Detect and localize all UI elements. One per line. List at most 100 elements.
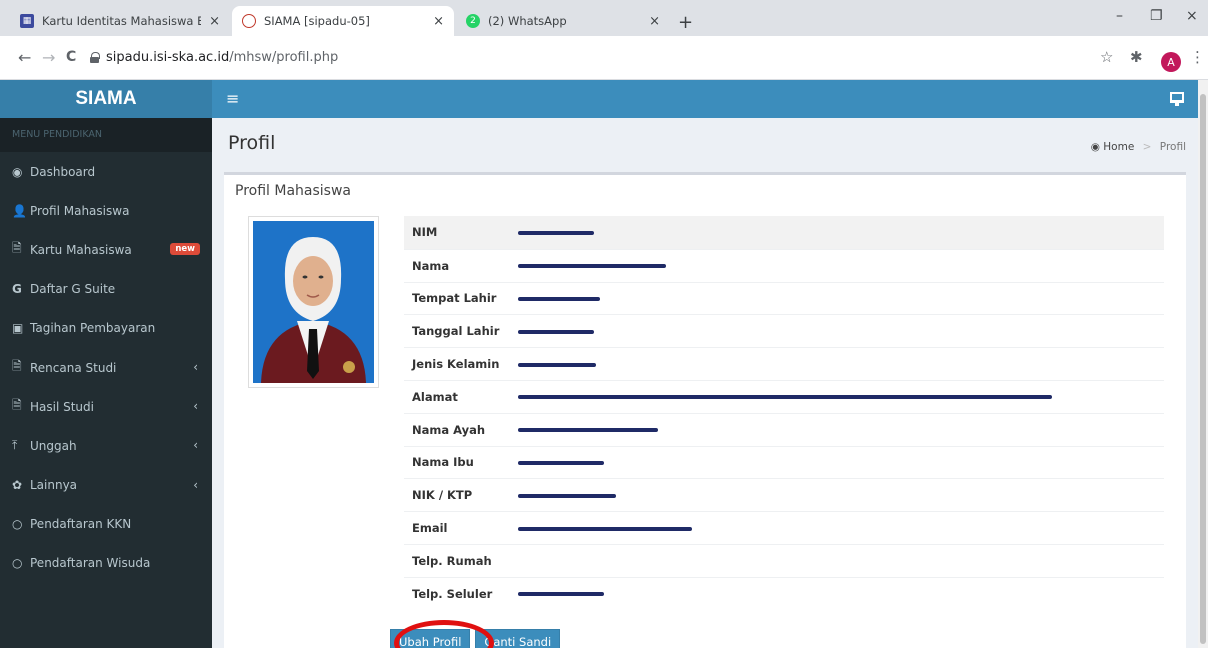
- profile-row-nim: NIM: [404, 216, 1164, 249]
- sidebar-item-label: Profil Mahasiswa: [30, 203, 130, 218]
- field-label: Nama Ibu: [412, 455, 474, 470]
- profile-row-tanggal-lahir: Tanggal Lahir: [404, 314, 1164, 347]
- gear-icon: ✿: [12, 478, 23, 493]
- id-card-icon: 🗎: [12, 241, 22, 256]
- circle-icon: ○: [12, 556, 23, 571]
- student-photo: [248, 216, 379, 388]
- sidebar-item-kartu-mahasiswa[interactable]: 🗎 Kartu Mahasiswa new: [0, 230, 212, 269]
- google-icon: G: [12, 282, 22, 297]
- scrollbar-thumb[interactable]: [1200, 94, 1206, 644]
- profile-avatar[interactable]: A: [1161, 52, 1181, 72]
- table-icon: ▦: [20, 14, 34, 28]
- field-label: Nama Ayah: [412, 422, 486, 437]
- redacted-value: [518, 455, 604, 469]
- new-tab-button[interactable]: +: [678, 12, 693, 33]
- breadcrumb: ◉ Home > Profil: [1091, 141, 1186, 153]
- redacted-value: [518, 324, 594, 338]
- sidebar-item-hasil-studi[interactable]: 🗎 Hasil Studi ‹: [0, 387, 212, 426]
- profile-row-nama-ibu: Nama Ibu: [404, 445, 1164, 479]
- minimize-icon[interactable]: –: [1116, 8, 1123, 24]
- url-input[interactable]: sipadu.isi-ska.ac.id/mhsw/profil.php: [106, 50, 338, 65]
- profile-row-telp-rumah: Telp. Rumah: [404, 543, 1164, 577]
- menu-header: MENU PENDIDIKAN: [0, 118, 212, 152]
- extensions-icon[interactable]: ✱: [1130, 48, 1143, 66]
- field-label: Email: [412, 521, 448, 536]
- money-icon: ▣: [12, 321, 24, 336]
- file-icon: 🗎: [12, 359, 22, 374]
- profile-row-nama: Nama: [404, 248, 1164, 282]
- sidebar-item-dashboard[interactable]: ◉ Dashboard: [0, 152, 212, 191]
- profile-row-alamat: Alamat: [404, 379, 1164, 413]
- field-label: Alamat: [412, 389, 458, 404]
- redacted-value: [518, 423, 658, 437]
- field-label: Telp. Rumah: [412, 553, 492, 568]
- lock-icon: [90, 52, 100, 63]
- redacted-value: [518, 259, 666, 273]
- browser-menu-icon[interactable]: ⋮: [1190, 48, 1205, 66]
- tab-whatsapp[interactable]: 2 (2) WhatsApp ×: [456, 6, 670, 36]
- redacted-value: [518, 357, 596, 371]
- profile-box: Profil Mahasiswa NIM Nama Tempat Lahir T…: [224, 172, 1186, 648]
- redacted-value: [518, 488, 616, 502]
- tab-close-icon[interactable]: ×: [433, 14, 444, 29]
- sidebar-item-unggah[interactable]: ⤒ Unggah ‹: [0, 426, 212, 465]
- chevron-left-icon: ‹: [193, 399, 198, 414]
- user-icon: 👤: [12, 203, 27, 218]
- breadcrumb-home-link[interactable]: Home: [1103, 141, 1134, 153]
- sidebar-item-label: Pendaftaran KKN: [30, 517, 132, 532]
- sidebar-item-label: Lainnya: [30, 478, 78, 493]
- tab-close-icon[interactable]: ×: [649, 14, 660, 29]
- top-navbar: ≡: [212, 80, 1198, 118]
- sidebar-item-label: Kartu Mahasiswa: [30, 242, 132, 257]
- star-icon[interactable]: ☆: [1100, 48, 1113, 66]
- sidebar-item-pendaftaran-kkn[interactable]: ○ Pendaftaran KKN: [0, 505, 212, 544]
- whatsapp-icon: 2: [466, 14, 480, 28]
- field-label: Jenis Kelamin: [412, 357, 500, 372]
- breadcrumb-current: Profil: [1159, 141, 1186, 153]
- sidebar-item-label: Daftar G Suite: [30, 282, 116, 297]
- sidebar-item-label: Unggah: [30, 438, 77, 453]
- forward-arrow-icon[interactable]: →: [42, 48, 55, 67]
- dashboard-icon: ◉: [12, 164, 23, 179]
- sidebar-item-label: Hasil Studi: [30, 399, 94, 414]
- sidebar-item-lainnya[interactable]: ✿ Lainnya ‹: [0, 466, 212, 505]
- page-title: Profil: [228, 132, 276, 154]
- reload-icon[interactable]: C: [66, 49, 76, 65]
- app-logo[interactable]: SIAMA: [0, 80, 212, 118]
- sidebar-item-profil-mahasiswa[interactable]: 👤 Profil Mahasiswa: [0, 191, 212, 230]
- url-host: sipadu.isi-ska.ac.id: [106, 50, 230, 65]
- sidebar-item-pendaftaran-wisuda[interactable]: ○ Pendaftaran Wisuda: [0, 544, 212, 583]
- sidebar-item-daftar-g-suite[interactable]: G Daftar G Suite: [0, 270, 212, 309]
- sidebar-item-rencana-studi[interactable]: 🗎 Rencana Studi ‹: [0, 348, 212, 387]
- profile-row-telp-seluler: Telp. Seluler: [404, 576, 1164, 610]
- file-icon: 🗎: [12, 398, 22, 413]
- sidebar-toggle-icon[interactable]: ≡: [226, 89, 239, 108]
- box-title: Profil Mahasiswa: [235, 183, 351, 199]
- close-window-icon[interactable]: ×: [1186, 8, 1198, 24]
- maximize-icon[interactable]: ❐: [1150, 8, 1163, 24]
- sidebar-item-label: Pendaftaran Wisuda: [30, 556, 151, 571]
- page-scrollbar[interactable]: [1198, 80, 1208, 648]
- chevron-left-icon: ‹: [193, 477, 198, 492]
- profile-row-tempat-lahir: Tempat Lahir: [404, 281, 1164, 315]
- sidebar-item-tagihan-pembayaran[interactable]: ▣ Tagihan Pembayaran: [0, 309, 212, 348]
- field-label: Telp. Seluler: [412, 586, 493, 601]
- redacted-value: [518, 291, 600, 305]
- monitor-icon[interactable]: [1170, 92, 1184, 106]
- tab-close-icon[interactable]: ×: [209, 14, 220, 29]
- address-bar: ← → C sipadu.isi-ska.ac.id/mhsw/profil.p…: [0, 36, 1208, 80]
- profile-row-nama-ayah: Nama Ayah: [404, 412, 1164, 446]
- circle-icon: ○: [12, 517, 23, 532]
- profile-table: NIM Nama Tempat Lahir Tanggal Lahir Jeni…: [404, 216, 1164, 610]
- tab-title: SIAMA [sipadu-05]: [264, 14, 370, 28]
- tab-kartu-identitas[interactable]: ▦ Kartu Identitas Mahasiswa Elektr ×: [10, 6, 230, 36]
- upload-icon: ⤒: [12, 438, 18, 453]
- field-label: Nama: [412, 258, 450, 273]
- tab-siama[interactable]: SIAMA [sipadu-05] ×: [232, 6, 454, 36]
- sidebar-item-label: Rencana Studi: [30, 360, 117, 375]
- new-badge: new: [170, 243, 200, 256]
- field-label: NIK / KTP: [412, 488, 473, 503]
- sidebar-item-label: Dashboard: [30, 164, 96, 179]
- browser-tab-bar: ▦ Kartu Identitas Mahasiswa Elektr × SIA…: [0, 0, 1208, 36]
- back-arrow-icon[interactable]: ←: [18, 48, 31, 67]
